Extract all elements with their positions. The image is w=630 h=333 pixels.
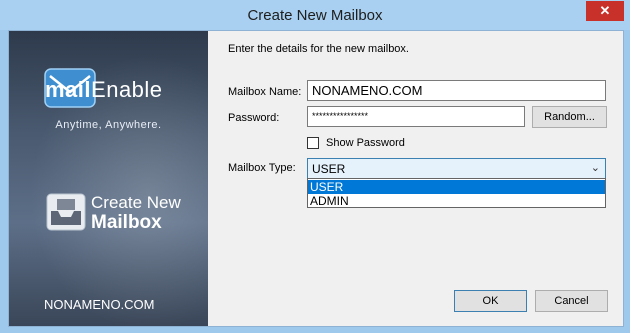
logo-part-mail: mail (45, 77, 92, 102)
cancel-button[interactable]: Cancel (535, 290, 608, 312)
show-password-checkbox[interactable] (307, 137, 319, 149)
password-input[interactable]: **************** (307, 106, 525, 127)
server-name: NONAMENO.COM (44, 297, 155, 312)
sidebar-banner: mailEnable Anytime, Anywhere. Create New… (9, 31, 208, 326)
logo-part-enable: Enable (91, 77, 163, 102)
inbox-tray-icon (46, 193, 86, 231)
password-label: Password: (228, 112, 280, 124)
close-button[interactable]: ✕ (586, 1, 624, 21)
dialog-window: Create New Mailbox ✕ mailEnable Anytime,… (0, 0, 630, 333)
ok-button[interactable]: OK (454, 290, 527, 312)
show-password-label: Show Password (326, 137, 405, 149)
mailbox-name-input[interactable]: NONAMENO.COM (307, 80, 606, 101)
mailbox-type-select[interactable]: USER ⌄ (307, 158, 606, 179)
mailbox-type-value: USER (312, 162, 346, 176)
option-admin[interactable]: ADMIN (308, 194, 605, 208)
mailbox-name-label: Mailbox Name: (228, 86, 302, 98)
tagline: Anytime, Anywhere. (55, 119, 162, 131)
chevron-down-icon: ⌄ (590, 162, 600, 174)
window-title: Create New Mailbox (247, 7, 383, 24)
logo-text: mailEnable (45, 77, 163, 103)
dialog-client: mailEnable Anytime, Anywhere. Create New… (8, 30, 624, 327)
random-button[interactable]: Random... (532, 106, 607, 128)
create-heading-line1: Create New (91, 193, 181, 212)
intro-text: Enter the details for the new mailbox. (228, 43, 409, 55)
password-value: **************** (312, 111, 369, 121)
mailbox-type-label: Mailbox Type: (228, 162, 296, 174)
create-heading-line2: Mailbox (91, 212, 162, 233)
close-icon: ✕ (599, 3, 611, 18)
mailbox-name-value: NONAMENO.COM (312, 83, 423, 98)
title-bar[interactable]: Create New Mailbox ✕ (0, 0, 630, 30)
banner-shine (9, 31, 208, 326)
option-user[interactable]: USER (308, 180, 605, 194)
mailbox-type-dropdown: USER ADMIN (307, 178, 606, 208)
